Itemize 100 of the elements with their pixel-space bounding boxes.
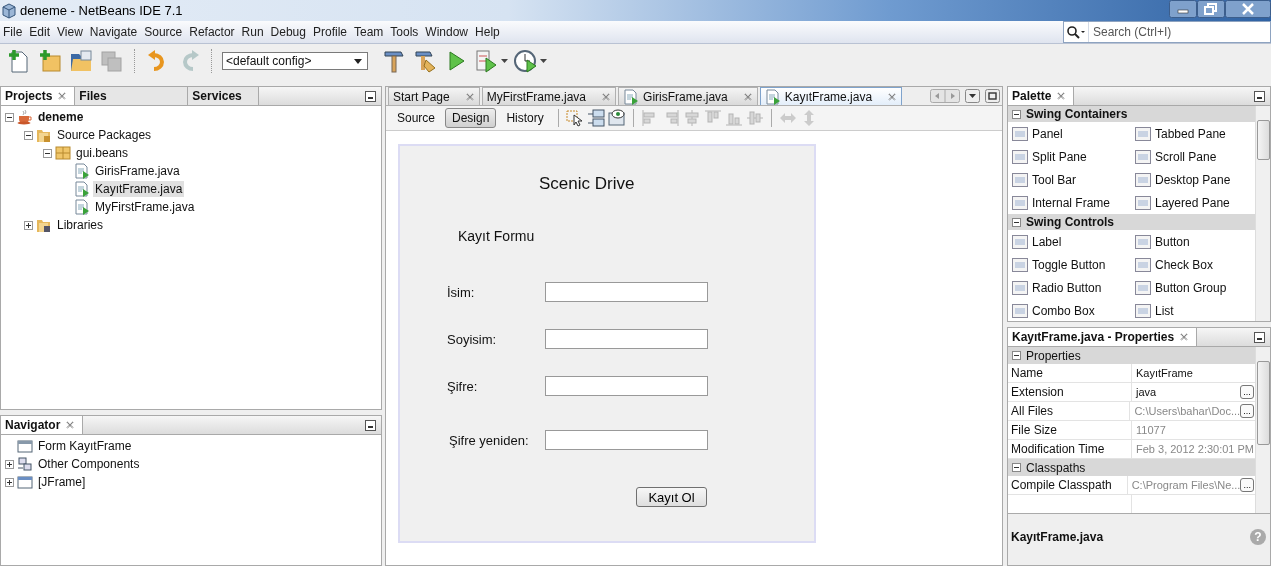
property-value[interactable]: java [1132, 386, 1240, 398]
expand-icon[interactable] [24, 220, 33, 230]
section-header[interactable]: Swing Controls [1008, 214, 1255, 230]
submit-button[interactable]: Kayıt Ol [636, 487, 707, 507]
tree-item[interactable]: MyFirstFrame.java [93, 199, 197, 215]
cursor-icon[interactable] [565, 109, 584, 127]
component-item[interactable]: Radio Button [1032, 280, 1102, 295]
expand-icon[interactable] [5, 477, 14, 487]
menu-item[interactable]: Edit [26, 25, 55, 39]
folder-icon[interactable] [68, 48, 94, 74]
section-header[interactable]: Properties [1008, 347, 1255, 364]
component-item[interactable]: Panel [1032, 126, 1063, 141]
editor-tab[interactable]: Start Page [388, 87, 480, 105]
editor-tab[interactable]: KayıtFrame.java [759, 87, 903, 105]
preview-icon[interactable] [607, 109, 626, 127]
tree-item[interactable]: GirisFrame.java [93, 163, 182, 179]
close-icon[interactable] [1225, 0, 1271, 18]
close-icon[interactable] [1057, 92, 1066, 100]
component-item[interactable]: Button Group [1155, 280, 1227, 295]
menu-item[interactable]: Debug [267, 25, 310, 39]
component-item[interactable]: Desktop Pane [1155, 172, 1231, 187]
tree-item[interactable]: gui.beans [74, 145, 131, 161]
panel-tab[interactable]: KayıtFrame.java - Properties [1008, 328, 1198, 346]
close-icon[interactable] [465, 92, 474, 101]
search-field[interactable]: Search (Ctrl+I) [1063, 21, 1271, 43]
view-toggle[interactable]: History [499, 108, 551, 128]
hammer-broom-icon[interactable] [412, 48, 438, 74]
menu-item[interactable]: Help [472, 25, 504, 39]
connection-icon[interactable] [586, 109, 605, 127]
property-value[interactable]: KayıtFrame [1132, 367, 1255, 379]
menu-item[interactable]: Navigate [86, 25, 142, 39]
panel-tab[interactable]: Files [75, 87, 189, 105]
close-icon[interactable] [888, 92, 897, 101]
close-icon[interactable] [743, 92, 752, 101]
view-toggle[interactable]: Design [445, 108, 497, 128]
collapse-icon[interactable] [1012, 109, 1021, 119]
debug-icon[interactable] [474, 48, 508, 74]
component-item[interactable]: Label [1032, 234, 1062, 249]
text-field[interactable] [545, 376, 708, 396]
component-item[interactable]: List [1155, 303, 1174, 318]
minimize-icon[interactable] [1254, 90, 1265, 102]
expand-icon[interactable] [5, 459, 14, 469]
close-icon[interactable] [58, 92, 67, 100]
menu-item[interactable]: View [54, 25, 87, 39]
collapse-icon[interactable] [43, 148, 52, 158]
restore-icon[interactable] [1197, 0, 1225, 18]
menu-item[interactable]: Refactor [186, 25, 239, 39]
text-field[interactable] [545, 430, 708, 450]
component-item[interactable]: Scroll Pane [1155, 149, 1217, 164]
menu-item[interactable]: File [0, 25, 27, 39]
component-item[interactable]: Toggle Button [1032, 257, 1106, 272]
tree-item[interactable]: deneme [36, 109, 86, 125]
tree-item[interactable]: Libraries [55, 217, 106, 233]
menu-item[interactable]: Team [351, 25, 388, 39]
tree-item[interactable]: Other Components [36, 456, 142, 472]
hammer-icon[interactable] [381, 48, 407, 74]
editor-tab[interactable]: MyFirstFrame.java [481, 87, 617, 105]
minimize-icon[interactable] [365, 419, 376, 431]
collapse-icon[interactable] [1012, 217, 1021, 227]
text-field[interactable] [545, 329, 708, 349]
menu-item[interactable]: Profile [310, 25, 351, 39]
section-header[interactable]: Swing Containers [1008, 106, 1255, 122]
close-icon[interactable] [1180, 333, 1189, 341]
panel-tab[interactable]: Navigator [1, 416, 84, 434]
close-icon[interactable] [66, 421, 75, 429]
component-item[interactable]: Layered Pane [1155, 195, 1230, 210]
palette-tab[interactable]: Palette [1008, 87, 1075, 105]
component-item[interactable]: Tabbed Pane [1155, 126, 1226, 141]
config-dropdown[interactable]: <default config> [222, 52, 368, 70]
menu-item[interactable]: Window [422, 25, 473, 39]
tree-item[interactable]: Source Packages [55, 127, 154, 143]
tree-item[interactable]: KayıtFrame.java [93, 181, 185, 197]
component-item[interactable]: Button [1155, 234, 1190, 249]
collapse-icon[interactable] [24, 130, 33, 140]
collapse-icon[interactable] [5, 112, 14, 122]
new-folder-icon[interactable] [37, 48, 63, 74]
close-icon[interactable] [602, 92, 611, 101]
panel-tab[interactable]: Services [188, 87, 260, 105]
editor-tab[interactable]: GirisFrame.java [618, 87, 758, 105]
panel-tab[interactable]: Projects [1, 87, 76, 105]
component-item[interactable]: Combo Box [1032, 303, 1095, 318]
component-item[interactable]: Split Pane [1032, 149, 1087, 164]
maximize-icon[interactable] [985, 89, 1000, 103]
dropdown-icon[interactable] [965, 89, 980, 103]
component-item[interactable]: Tool Bar [1032, 172, 1077, 187]
menu-item[interactable]: Tools [387, 25, 423, 39]
scrollbar[interactable] [1255, 347, 1270, 513]
section-header[interactable]: Classpaths [1008, 459, 1255, 476]
profile-icon[interactable] [513, 48, 547, 74]
scroll-tabs-icon[interactable] [930, 89, 960, 103]
component-item[interactable]: Internal Frame [1032, 195, 1111, 210]
collapse-icon[interactable] [1012, 351, 1021, 360]
collapse-icon[interactable] [1012, 463, 1021, 472]
view-toggle[interactable]: Source [390, 108, 443, 128]
tree-item[interactable]: Form KayıtFrame [36, 438, 134, 454]
scrollbar[interactable] [1255, 106, 1270, 321]
text-field[interactable] [545, 282, 708, 302]
minimize-icon[interactable] [365, 90, 376, 102]
minimize-icon[interactable] [1254, 331, 1265, 343]
menu-item[interactable]: Run [238, 25, 268, 39]
